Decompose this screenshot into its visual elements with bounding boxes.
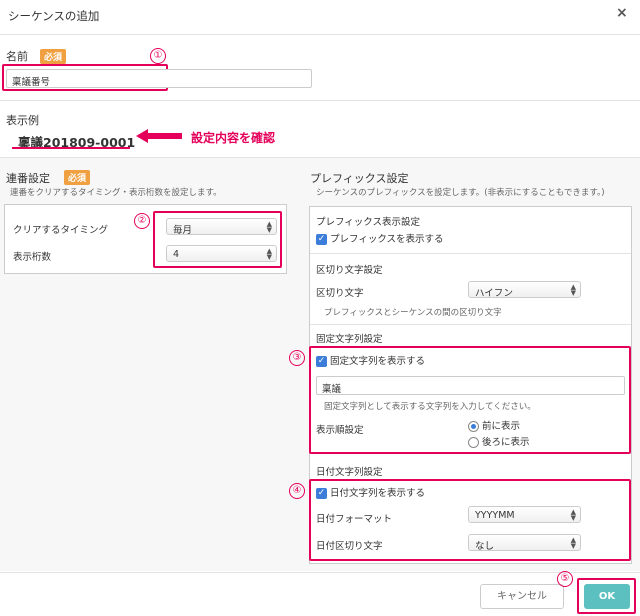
dialog-title: シーケンスの追加	[8, 9, 100, 23]
date-format-select[interactable]: YYYYMM ▲ ▼	[468, 506, 581, 523]
cancel-button[interactable]: キャンセル	[480, 584, 564, 609]
separator-value: ハイフン	[475, 288, 514, 299]
checkbox-checked-icon[interactable]: ✓	[316, 488, 327, 499]
name-label: 名前	[6, 50, 28, 63]
marker-1: ①	[150, 48, 166, 64]
digits-label: 表示桁数	[13, 252, 52, 263]
select-arrows-icon: ▲ ▼	[266, 220, 272, 234]
date-string-row[interactable]: ✓ 日付文字列を表示する	[316, 485, 425, 499]
digits-select[interactable]: 4 ▲ ▼	[166, 245, 277, 262]
order-label: 表示順設定	[316, 425, 364, 436]
left-arrow-icon	[136, 129, 182, 143]
date-format-value: YYYYMM	[475, 510, 515, 521]
date-format-label: 日付フォーマット	[316, 514, 393, 525]
order-before-label: 前に表示	[482, 421, 521, 432]
select-arrows-icon: ▲ ▼	[570, 283, 576, 297]
name-required-badge: 必須	[40, 49, 67, 64]
serial-required-badge: 必須	[64, 170, 91, 185]
separator-hint: プレフィックスとシーケンスの間の区切り文字	[324, 308, 502, 318]
divider	[310, 253, 631, 254]
fixed-string-checkbox-label: 固定文字列を表示する	[330, 356, 426, 367]
fixed-string-title: 固定文字列設定	[316, 334, 383, 345]
ok-button[interactable]: OK	[584, 584, 630, 609]
example-annotation: 設定内容を確認	[191, 131, 276, 145]
name-input[interactable]: 稟議番号	[6, 69, 312, 88]
marker-3: ③	[289, 350, 305, 366]
clear-timing-value: 毎月	[173, 225, 193, 236]
radio-icon[interactable]	[468, 437, 479, 448]
date-separator-value: なし	[475, 541, 495, 552]
divider	[0, 100, 640, 101]
prefix-display-row[interactable]: ✓ プレフィックスを表示する	[316, 231, 444, 245]
select-arrows-icon: ▲ ▼	[570, 508, 576, 522]
date-separator-label: 日付区切り文字	[316, 541, 383, 552]
serial-title: 連番設定	[6, 172, 50, 185]
fixed-string-input[interactable]: 稟議	[316, 376, 625, 395]
date-string-title: 日付文字列設定	[316, 467, 383, 478]
select-arrows-icon: ▲ ▼	[266, 247, 272, 261]
separator-title: 区切り文字設定	[316, 265, 383, 276]
close-icon[interactable]: ×	[616, 5, 628, 21]
fixed-string-row[interactable]: ✓ 固定文字列を表示する	[316, 353, 425, 367]
prefix-display-checkbox-label: プレフィックスを表示する	[330, 234, 444, 245]
clear-timing-label: クリアするタイミング	[13, 225, 109, 236]
separator-select[interactable]: ハイフン ▲ ▼	[468, 281, 581, 299]
order-after-label: 後ろに表示	[482, 437, 530, 448]
clear-timing-select[interactable]: 毎月 ▲ ▼	[166, 218, 277, 236]
divider	[310, 324, 631, 325]
checkbox-checked-icon[interactable]: ✓	[316, 234, 327, 245]
digits-value: 4	[173, 249, 180, 260]
prefix-title: プレフィックス設定	[310, 172, 409, 185]
example-label: 表示例	[6, 114, 39, 127]
footer-divider	[0, 572, 640, 573]
prefix-desc: シーケンスのプレフィックスを設定します。(非表示にすることもできます。)	[316, 188, 605, 198]
marker-2: ②	[134, 213, 150, 229]
serial-desc: 連番をクリアするタイミング・表示桁数を設定します。	[10, 188, 222, 198]
date-separator-select[interactable]: なし ▲ ▼	[468, 534, 581, 552]
fixed-string-hint: 固定文字列として表示する文字列を入力してください。	[324, 402, 536, 412]
marker-5: ⑤	[557, 571, 573, 587]
marker-4: ④	[289, 483, 305, 499]
radio-selected-icon[interactable]	[468, 421, 479, 432]
date-string-checkbox-label: 日付文字列を表示する	[330, 488, 426, 499]
example-underline	[12, 147, 130, 149]
order-after-option[interactable]: 後ろに表示	[468, 434, 530, 448]
checkbox-checked-icon[interactable]: ✓	[316, 356, 327, 367]
separator-label: 区切り文字	[316, 288, 364, 299]
select-arrows-icon: ▲ ▼	[570, 536, 576, 550]
prefix-display-title: プレフィックス表示設定	[316, 217, 421, 228]
order-before-option[interactable]: 前に表示	[468, 418, 520, 432]
